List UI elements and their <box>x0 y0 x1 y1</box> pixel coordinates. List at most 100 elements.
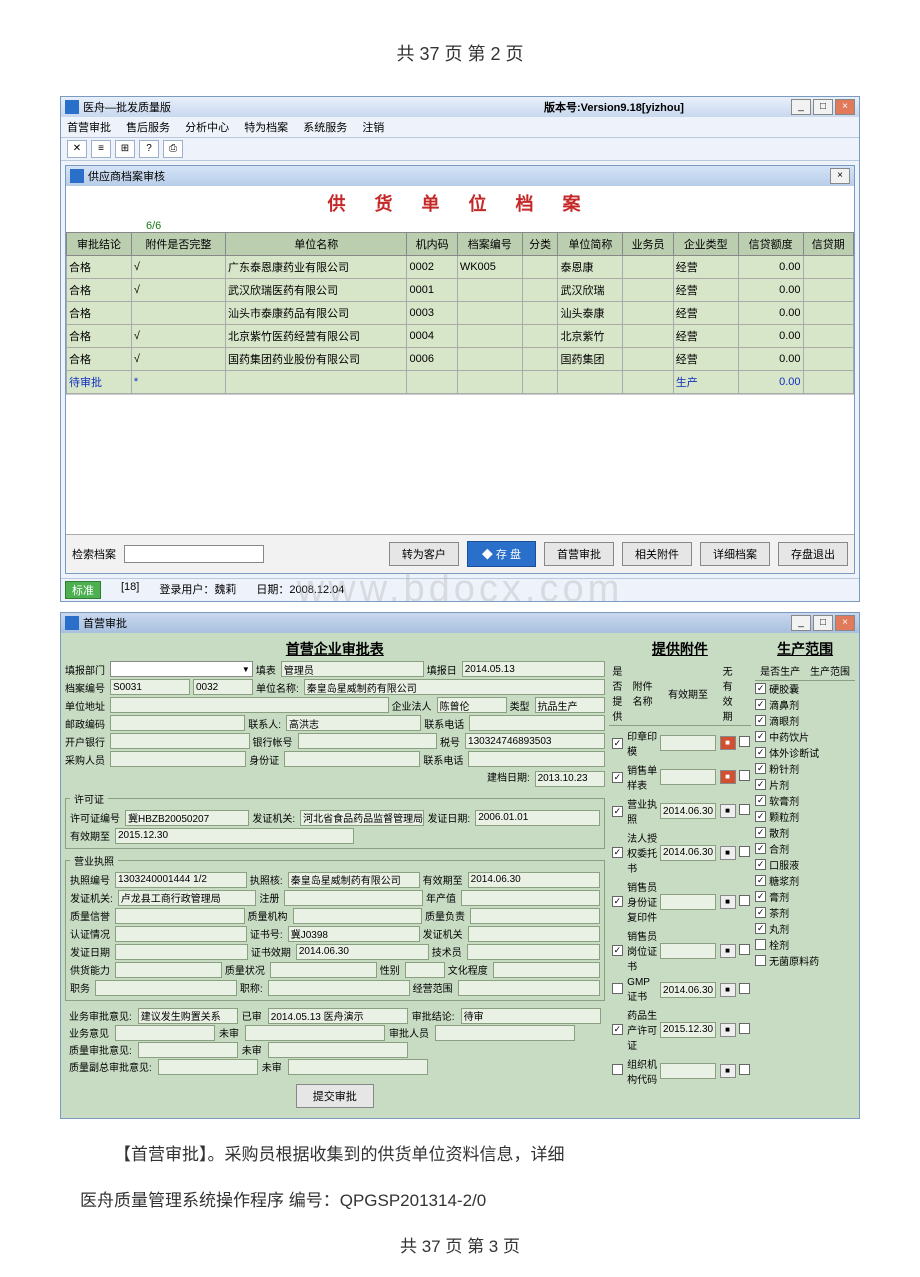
minimize-button[interactable]: _ <box>791 99 811 115</box>
scope-checkbox[interactable] <box>755 811 766 822</box>
table-cell[interactable] <box>623 256 673 279</box>
cert-valid-field[interactable]: 2014.06.30 <box>296 944 429 960</box>
attach-date-field[interactable]: 2014.06.30 <box>660 845 716 861</box>
quality-head-field[interactable] <box>470 908 600 924</box>
table-cell[interactable]: 0.00 <box>738 279 803 302</box>
attach-date-field[interactable] <box>660 943 716 959</box>
table-cell[interactable]: 0006 <box>407 348 457 371</box>
quality-org-field[interactable] <box>293 908 423 924</box>
dept-select[interactable] <box>110 661 253 677</box>
phone-field[interactable] <box>469 715 604 731</box>
edu-field[interactable] <box>493 962 600 978</box>
table-cell[interactable] <box>457 279 522 302</box>
close-button[interactable]: × <box>835 99 855 115</box>
table-cell[interactable]: 武汉欣瑞医药有限公司 <box>225 279 407 302</box>
attach-checkbox[interactable] <box>612 1024 623 1035</box>
table-cell[interactable] <box>623 302 673 325</box>
scope-checkbox[interactable] <box>755 827 766 838</box>
table-cell[interactable]: 北京紫竹 <box>558 325 623 348</box>
table-cell[interactable]: 经营 <box>673 348 738 371</box>
table-cell[interactable] <box>803 302 853 325</box>
scope-checkbox[interactable] <box>755 891 766 902</box>
table-cell[interactable] <box>457 371 522 394</box>
bank-field[interactable] <box>110 733 250 749</box>
table-cell[interactable] <box>522 302 558 325</box>
supply-field[interactable] <box>115 962 222 978</box>
table-cell[interactable]: 合格 <box>67 256 132 279</box>
table-cell[interactable] <box>803 325 853 348</box>
menu-item[interactable]: 注销 <box>362 122 384 134</box>
scope-checkbox[interactable] <box>755 731 766 742</box>
cert-no-field[interactable]: 冀J0398 <box>288 926 420 942</box>
biz-valid-field[interactable]: 2014.06.30 <box>468 872 600 888</box>
table-cell[interactable] <box>522 371 558 394</box>
no-expiry-checkbox[interactable] <box>739 846 750 857</box>
type-field[interactable]: 抗品生产 <box>535 697 605 713</box>
attach-action-button[interactable]: ■ <box>720 1023 736 1037</box>
table-cell[interactable]: 0.00 <box>738 371 803 394</box>
tool-icon[interactable]: ⎙ <box>163 140 183 158</box>
issue-date-field[interactable]: 2006.01.01 <box>475 810 599 826</box>
table-cell[interactable]: 经营 <box>673 302 738 325</box>
scope-checkbox[interactable] <box>755 843 766 854</box>
table-cell[interactable]: 0004 <box>407 325 457 348</box>
biz-no-field[interactable]: 1303240001444 1/2 <box>115 872 247 888</box>
table-cell[interactable] <box>457 302 522 325</box>
first-approve-button[interactable]: 首营审批 <box>544 542 614 566</box>
scope-checkbox[interactable] <box>755 779 766 790</box>
scope-checkbox[interactable] <box>755 923 766 934</box>
cert-issuer-field[interactable] <box>468 926 600 942</box>
attach-action-button[interactable]: ■ <box>720 736 736 750</box>
table-cell[interactable] <box>623 371 673 394</box>
attach-checkbox[interactable] <box>612 847 623 858</box>
table-cell[interactable] <box>623 279 673 302</box>
attach-action-button[interactable]: ■ <box>720 846 736 860</box>
valid-till-field[interactable]: 2015.12.30 <box>115 828 354 844</box>
phone2-field[interactable] <box>468 751 604 767</box>
attach-checkbox[interactable] <box>612 983 623 994</box>
reg-field[interactable] <box>284 890 423 906</box>
cert-field[interactable] <box>115 926 247 942</box>
tool-icon[interactable]: ✕ <box>67 140 87 158</box>
output-field[interactable] <box>461 890 600 906</box>
table-cell[interactable]: 国药集团药业股份有限公司 <box>225 348 407 371</box>
table-cell[interactable] <box>225 371 407 394</box>
table-cell[interactable]: 广东泰恩康药业有限公司 <box>225 256 407 279</box>
related-attach-button[interactable]: 相关附件 <box>622 542 692 566</box>
vp-op-field[interactable] <box>158 1059 258 1075</box>
attach-checkbox[interactable] <box>612 896 623 907</box>
table-cell[interactable] <box>558 371 623 394</box>
scope-checkbox[interactable] <box>755 939 766 950</box>
table-cell[interactable] <box>522 325 558 348</box>
table-cell[interactable]: √ <box>131 279 225 302</box>
table-cell[interactable]: 合格 <box>67 348 132 371</box>
buyer-field[interactable] <box>110 751 246 767</box>
table-cell[interactable]: 国药集团 <box>558 348 623 371</box>
biz-opinion-field[interactable]: 建议发生购置关系 <box>138 1008 238 1024</box>
scope-checkbox[interactable] <box>755 683 766 694</box>
table-cell[interactable]: 0.00 <box>738 348 803 371</box>
acct-field[interactable] <box>298 733 438 749</box>
attach-action-button[interactable]: ■ <box>720 944 736 958</box>
table-cell[interactable]: 合格 <box>67 279 132 302</box>
table-cell[interactable]: 0.00 <box>738 256 803 279</box>
scope-checkbox[interactable] <box>755 875 766 886</box>
table-cell[interactable]: 汕头泰康 <box>558 302 623 325</box>
fz-field[interactable]: 卢龙县工商行政管理局 <box>118 890 257 906</box>
gender-field[interactable] <box>405 962 445 978</box>
attach-action-button[interactable]: ■ <box>720 1064 736 1078</box>
quality-op-field[interactable] <box>138 1042 238 1058</box>
scope-checkbox[interactable] <box>755 907 766 918</box>
table-cell[interactable]: 0002 <box>407 256 457 279</box>
status-std[interactable]: 标准 <box>65 581 101 599</box>
table-cell[interactable] <box>457 348 522 371</box>
table-cell[interactable]: 北京紫竹医药经营有限公司 <box>225 325 407 348</box>
contact-field[interactable]: 高洪志 <box>286 715 421 731</box>
table-cell[interactable] <box>407 371 457 394</box>
tax-field[interactable]: 130324746893503 <box>465 733 605 749</box>
filler-field[interactable]: 管理员 <box>281 661 424 677</box>
table-cell[interactable]: √ <box>131 348 225 371</box>
table-cell[interactable]: 武汉欣瑞 <box>558 279 623 302</box>
scope-checkbox[interactable] <box>755 699 766 710</box>
no-expiry-checkbox[interactable] <box>739 770 750 781</box>
